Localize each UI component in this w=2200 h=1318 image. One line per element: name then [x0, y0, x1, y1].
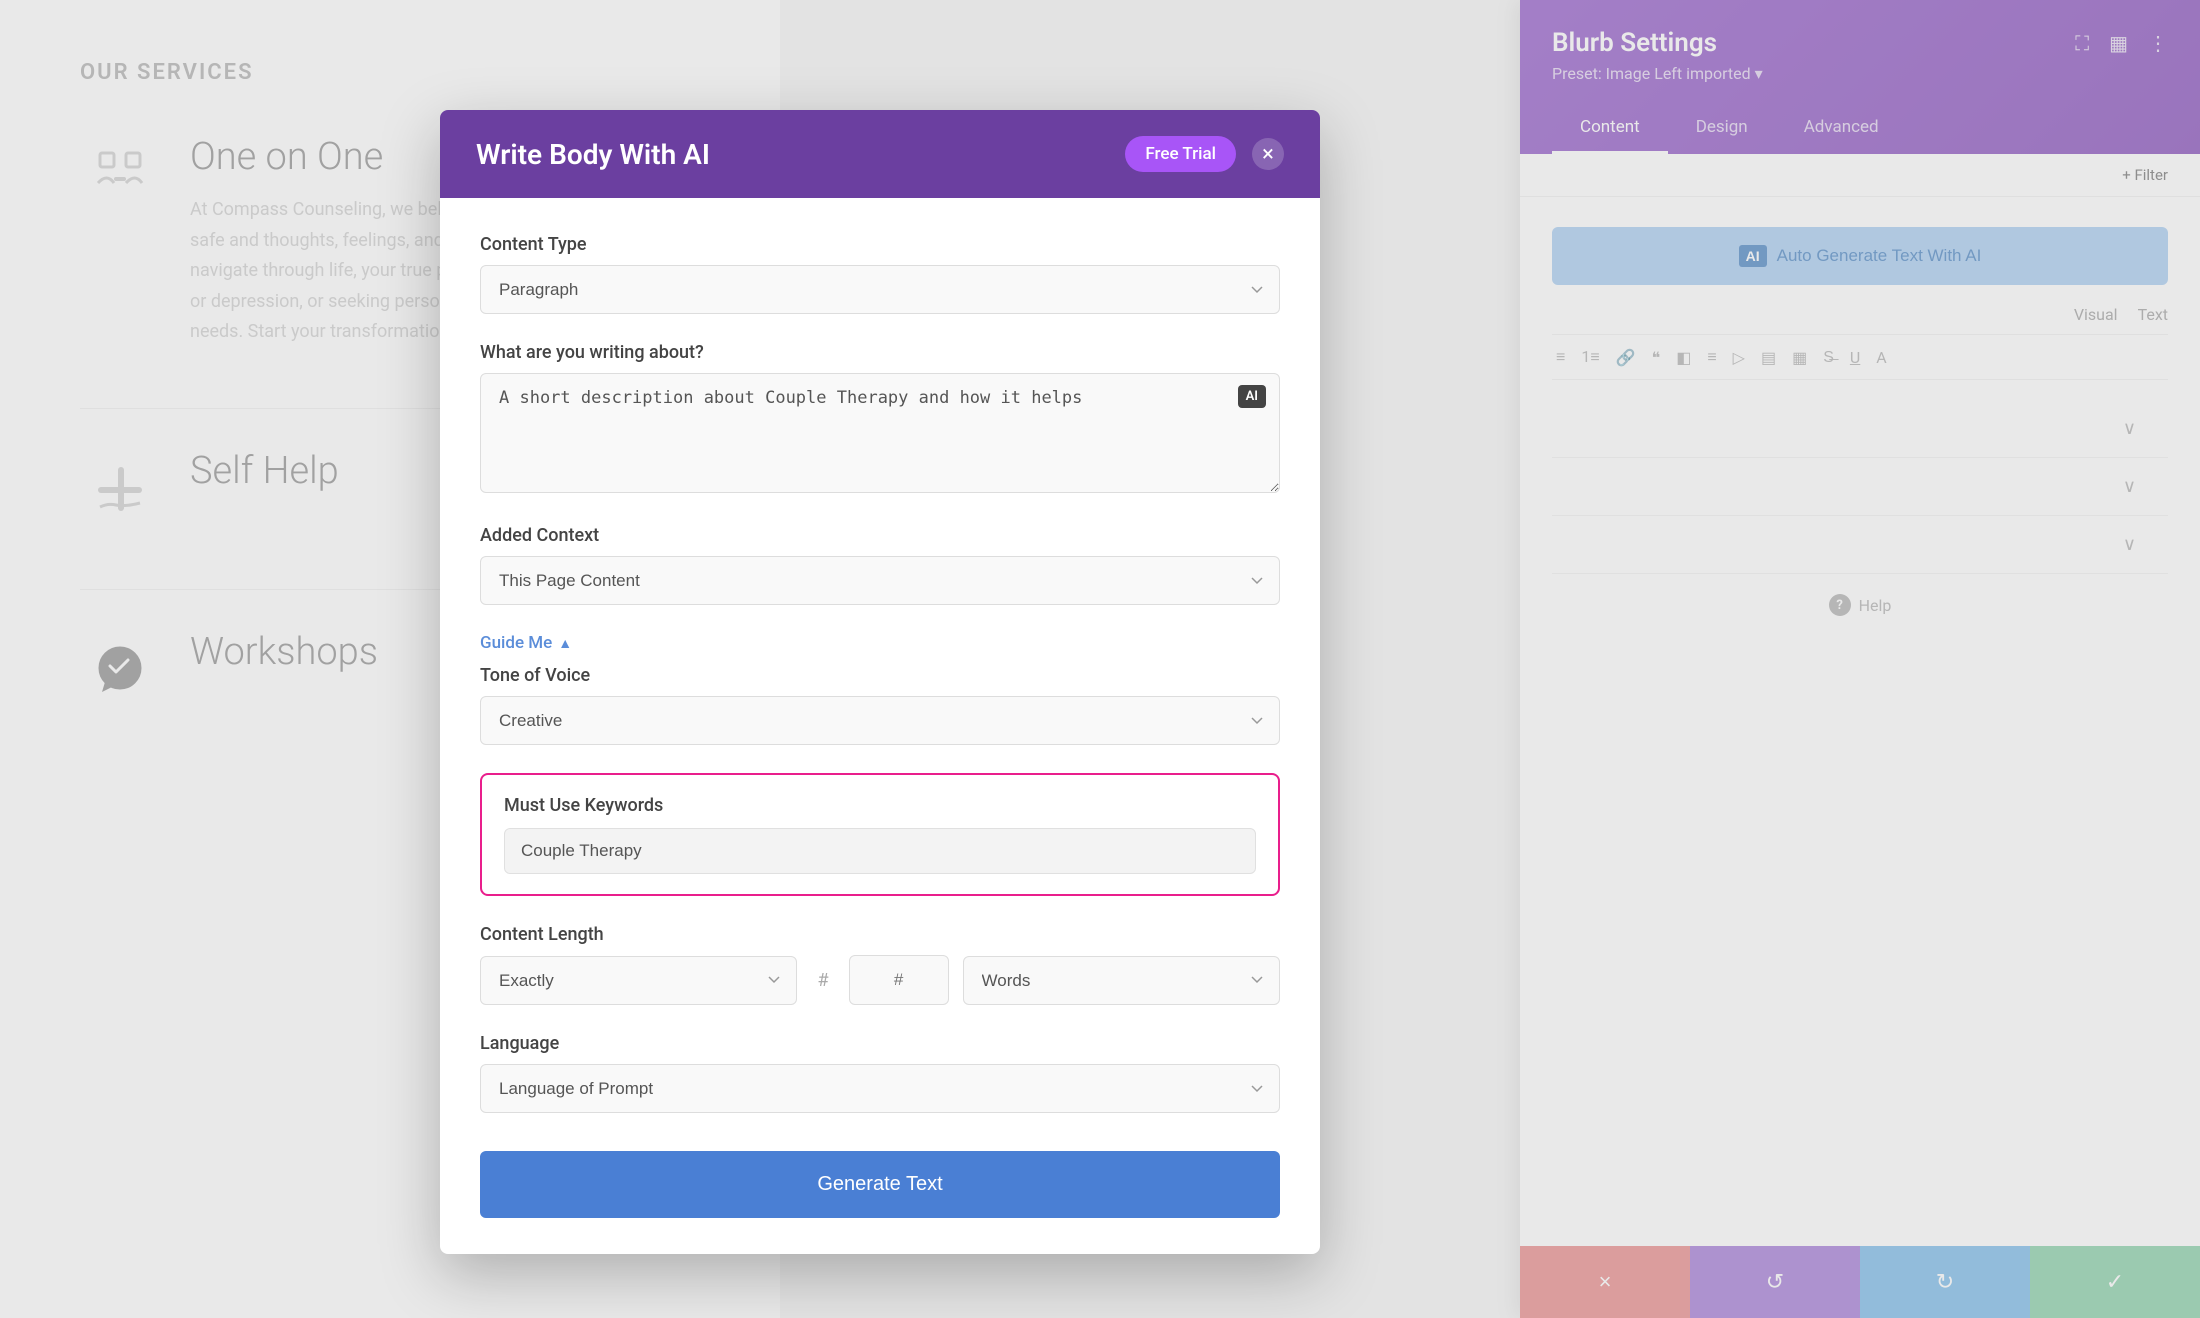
language-select[interactable]: Language of Prompt English Spanish Frenc… [480, 1064, 1280, 1113]
guide-me-label: Guide Me [480, 633, 552, 653]
textarea-wrapper: A short description about Couple Therapy… [480, 373, 1280, 497]
guide-tone-section: Guide Me ▲ Tone of Voice Creative Profes… [480, 633, 1280, 745]
content-type-select[interactable]: Paragraph Bullet Points Numbered List FA… [480, 265, 1280, 314]
tone-of-voice-label: Tone of Voice [480, 665, 1280, 686]
writing-about-label: What are you writing about? [480, 342, 1280, 363]
language-group: Language Language of Prompt English Span… [480, 1033, 1280, 1113]
content-length-row: Exactly At Least At Most # Words Sentenc… [480, 955, 1280, 1005]
added-context-select[interactable]: This Page Content No Context Custom [480, 556, 1280, 605]
length-number-input[interactable] [849, 955, 949, 1005]
ai-modal-body: Content Type Paragraph Bullet Points Num… [440, 198, 1320, 1254]
generate-text-button[interactable]: Generate Text [480, 1151, 1280, 1218]
keywords-section: Must Use Keywords [480, 773, 1280, 896]
ai-modal-header: Write Body With AI Free Trial × [440, 110, 1320, 198]
free-trial-badge: Free Trial [1125, 136, 1236, 172]
length-unit-select[interactable]: Words Sentences Paragraphs [963, 956, 1280, 1005]
ai-modal-title: Write Body With AI [476, 138, 710, 171]
guide-me-arrow-icon: ▲ [558, 635, 572, 652]
content-length-group: Content Length Exactly At Least At Most … [480, 924, 1280, 1005]
generate-text-label: Generate Text [817, 1173, 942, 1195]
content-type-group: Content Type Paragraph Bullet Points Num… [480, 234, 1280, 314]
tone-of-voice-select[interactable]: Creative Professional Casual Informative [480, 696, 1280, 745]
keywords-input[interactable] [504, 828, 1256, 874]
added-context-label: Added Context [480, 525, 1280, 546]
content-type-label: Content Type [480, 234, 1280, 255]
ai-modal-header-right: Free Trial × [1125, 136, 1284, 172]
tone-of-voice-group: Tone of Voice Creative Professional Casu… [480, 665, 1280, 745]
content-length-label: Content Length [480, 924, 1280, 945]
added-context-group: Added Context This Page Content No Conte… [480, 525, 1280, 605]
ai-write-modal: Write Body With AI Free Trial × Content … [440, 110, 1320, 1254]
keywords-label: Must Use Keywords [504, 795, 1256, 816]
writing-about-textarea[interactable]: A short description about Couple Therapy… [480, 373, 1280, 493]
hash-symbol: # [811, 970, 834, 991]
close-button[interactable]: × [1252, 138, 1284, 170]
guide-me-link[interactable]: Guide Me ▲ [480, 633, 572, 653]
ai-badge: AI [1238, 385, 1266, 408]
length-type-select[interactable]: Exactly At Least At Most [480, 956, 797, 1005]
language-label: Language [480, 1033, 1280, 1054]
writing-about-group: What are you writing about? A short desc… [480, 342, 1280, 497]
